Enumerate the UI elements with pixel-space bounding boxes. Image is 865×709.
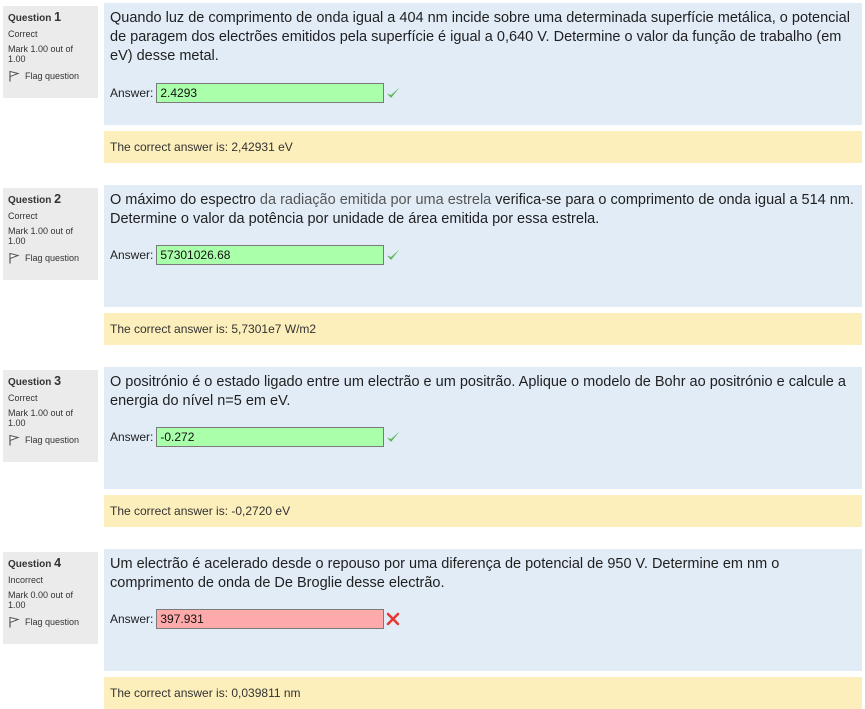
flag-question-label: Flag question xyxy=(25,435,80,445)
question-state: Correct xyxy=(8,211,38,221)
answer-row: Answer: 2.4293 xyxy=(110,83,401,103)
check-icon xyxy=(387,249,400,260)
question-text: Quando luz de comprimento de onda igual … xyxy=(110,10,850,64)
answer-label: Answer: xyxy=(110,430,154,444)
flag-question-button[interactable]: Flag question xyxy=(8,616,93,628)
flag-question-button[interactable]: Flag question xyxy=(8,252,93,264)
question-grade: Mark 1.00 out of 1.00 xyxy=(8,44,74,64)
right-answer: The correct answer is: 2,42931 eV xyxy=(104,131,862,163)
flag-question-label: Flag question xyxy=(25,617,80,627)
answer-label: Answer: xyxy=(110,612,154,626)
answer-input[interactable]: 397.931 xyxy=(156,609,385,629)
question-number: Question 1 xyxy=(8,10,62,24)
question-info: Question 1 Correct Mark 1.00 out of 1.00… xyxy=(3,6,98,98)
question-content: Um electrão é acelerado desde o repouso … xyxy=(104,549,862,671)
question-4: Question 4 Incorrect Mark 0.00 out of 1.… xyxy=(0,549,865,709)
question-number: Question 3 xyxy=(8,374,62,388)
question-state: Correct xyxy=(8,393,38,403)
question-state: Correct xyxy=(8,29,38,39)
flag-question-button[interactable]: Flag question xyxy=(8,434,93,446)
question-number: Question 4 xyxy=(8,556,62,570)
answer-row: Answer: 397.931 xyxy=(110,609,401,629)
question-text: Um electrão é acelerado desde o repouso … xyxy=(110,556,780,591)
highlighted-text: da radiação emitida por uma estrela xyxy=(259,192,492,208)
check-icon xyxy=(387,431,400,442)
answer-input[interactable]: 2.4293 xyxy=(156,83,385,103)
flag-question-label: Flag question xyxy=(25,253,80,263)
answer-input[interactable]: 57301026.68 xyxy=(156,245,385,265)
answer-row: Answer: -0.272 xyxy=(110,427,401,447)
right-answer: The correct answer is: 0,039811 nm xyxy=(104,677,862,709)
answer-label: Answer: xyxy=(110,248,154,262)
flag-icon xyxy=(9,252,20,264)
answer-input[interactable]: -0.272 xyxy=(156,427,385,447)
question-grade: Mark 0.00 out of 1.00 xyxy=(8,590,74,610)
question-content: O máximo do espectro da radiação emitida… xyxy=(104,185,862,307)
cross-icon xyxy=(387,612,400,626)
answer-row: Answer: 57301026.68 xyxy=(110,245,401,265)
question-grade: Mark 1.00 out of 1.00 xyxy=(8,226,74,246)
question-1: Question 1 Correct Mark 1.00 out of 1.00… xyxy=(0,3,865,163)
question-3: Question 3 Correct Mark 1.00 out of 1.00… xyxy=(0,367,865,527)
flag-question-label: Flag question xyxy=(25,71,80,81)
question-info: Question 3 Correct Mark 1.00 out of 1.00… xyxy=(3,370,98,462)
right-answer: The correct answer is: 5,7301e7 W/m2 xyxy=(104,313,862,345)
question-info: Question 4 Incorrect Mark 0.00 out of 1.… xyxy=(3,552,98,644)
question-2: Question 2 Correct Mark 1.00 out of 1.00… xyxy=(0,185,865,345)
flag-icon xyxy=(9,70,20,82)
answer-label: Answer: xyxy=(110,86,154,100)
flag-icon xyxy=(9,616,20,628)
flag-question-button[interactable]: Flag question xyxy=(8,70,93,82)
question-state: Incorrect xyxy=(8,575,44,585)
question-text: O máximo do espectro da radiação emitida… xyxy=(110,192,854,227)
question-text: O positrónio é o estado ligado entre um … xyxy=(110,374,846,409)
flag-icon xyxy=(9,434,20,446)
check-icon xyxy=(387,87,400,98)
right-answer: The correct answer is: -0,2720 eV xyxy=(104,495,862,527)
question-grade: Mark 1.00 out of 1.00 xyxy=(8,408,74,428)
question-content: Quando luz de comprimento de onda igual … xyxy=(104,3,862,125)
question-content: O positrónio é o estado ligado entre um … xyxy=(104,367,862,489)
question-info: Question 2 Correct Mark 1.00 out of 1.00… xyxy=(3,188,98,280)
question-number: Question 2 xyxy=(8,192,62,206)
